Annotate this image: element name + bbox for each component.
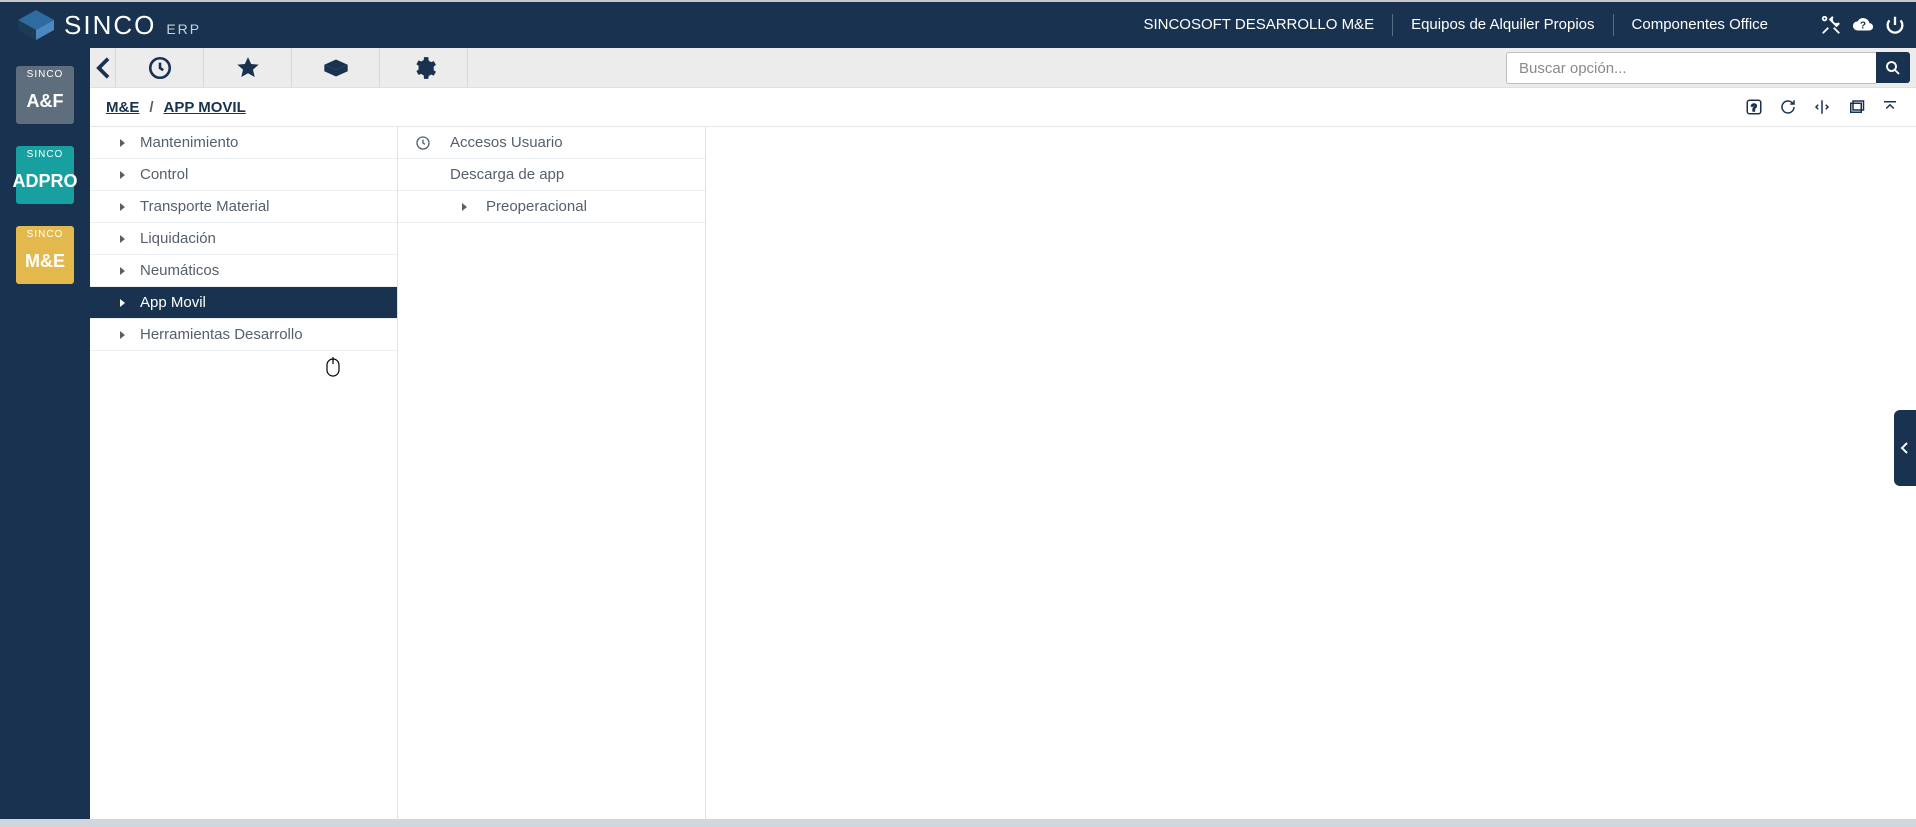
module-badge-adpro[interactable]: SINCO ADPRO	[16, 146, 74, 204]
submenu-item-descarga[interactable]: Descarga de app	[398, 159, 705, 191]
module-badge-me[interactable]: SINCO M&E	[16, 226, 74, 284]
menu-item-neumaticos[interactable]: Neumáticos	[90, 255, 397, 287]
caret-right-icon	[460, 202, 468, 212]
app-logo[interactable]: SINCO ERP	[16, 10, 201, 41]
top-link-componentes[interactable]: Componentes Office	[1613, 14, 1786, 36]
power-icon[interactable]	[1884, 14, 1906, 36]
menu-item-label: Liquidación	[140, 230, 216, 247]
top-link-company[interactable]: SINCOSOFT DESARROLLO M&E	[1125, 14, 1392, 36]
split-horizontal-icon[interactable]	[1812, 97, 1832, 117]
module-main: M&E	[25, 242, 65, 280]
module-top: SINCO	[27, 148, 64, 162]
svg-text:?: ?	[1860, 21, 1866, 32]
module-main: ADPRO	[13, 162, 78, 200]
caret-right-icon	[118, 234, 126, 244]
toolbar-package-button[interactable]	[292, 48, 380, 87]
module-top: SINCO	[27, 68, 64, 82]
search-input[interactable]	[1506, 52, 1876, 84]
menu-item-herramientas[interactable]: Herramientas Desarrollo	[90, 319, 397, 351]
caret-right-icon	[118, 330, 126, 340]
menu-item-label: Mantenimiento	[140, 134, 238, 151]
tools-icon[interactable]	[1820, 14, 1842, 36]
menu-item-label: Transporte Material	[140, 198, 270, 215]
menu-item-mantenimiento[interactable]: Mantenimiento	[90, 127, 397, 159]
caret-right-icon	[118, 202, 126, 212]
svg-text:?: ?	[1751, 103, 1757, 114]
top-link-equipos[interactable]: Equipos de Alquiler Propios	[1392, 14, 1612, 36]
toolbar-favorites-button[interactable]	[204, 48, 292, 87]
caret-right-icon	[118, 138, 126, 148]
menu-item-label: Herramientas Desarrollo	[140, 326, 303, 343]
help-cloud-icon[interactable]: ?	[1852, 14, 1874, 36]
topbar: SINCO ERP SINCOSOFT DESARROLLO M&E Equip…	[0, 0, 1916, 48]
menu-item-label: Control	[140, 166, 188, 183]
logo-suffix: ERP	[166, 21, 201, 37]
submenu-item-label: Accesos Usuario	[450, 134, 563, 151]
breadcrumb: M&E / APP MOVIL	[106, 99, 246, 116]
module-top: SINCO	[27, 228, 64, 242]
breadcrumb-current[interactable]: APP MOVIL	[164, 99, 246, 116]
caret-right-icon	[118, 266, 126, 276]
search-button[interactable]	[1876, 52, 1910, 83]
page-actions: ?	[1744, 97, 1900, 117]
body-columns: Mantenimiento Control Transporte Materia…	[90, 126, 1916, 819]
right-panel-toggle[interactable]	[1894, 410, 1916, 486]
logo-mark-icon	[16, 10, 56, 40]
toolbar-settings-button[interactable]	[380, 48, 468, 87]
toolbar-collapse-button[interactable]	[90, 48, 116, 87]
submenu-item-label: Preoperacional	[486, 198, 587, 215]
menu-item-label: App Movil	[140, 294, 206, 311]
help-icon[interactable]: ?	[1744, 97, 1764, 117]
logo-text: SINCO	[64, 10, 156, 41]
module-rail: SINCO A&F SINCO ADPRO SINCO M&E	[0, 48, 90, 819]
caret-right-icon	[118, 298, 126, 308]
module-badge-af[interactable]: SINCO A&F	[16, 66, 74, 124]
new-window-icon[interactable]	[1846, 97, 1866, 117]
caret-right-icon	[118, 170, 126, 180]
refresh-icon[interactable]	[1778, 97, 1798, 117]
submenu-item-preoperacional[interactable]: Preoperacional	[398, 191, 705, 223]
menu-item-control[interactable]: Control	[90, 159, 397, 191]
os-taskbar-sliver	[0, 819, 1916, 827]
breadcrumb-row: M&E / APP MOVIL ?	[90, 88, 1916, 126]
menu-item-app-movil[interactable]: App Movil	[90, 287, 397, 319]
collapse-up-icon[interactable]	[1880, 97, 1900, 117]
main-menu-column: Mantenimiento Control Transporte Materia…	[90, 127, 398, 819]
sub-menu-column: Accesos Usuario Descarga de app Preopera…	[398, 127, 706, 819]
clock-icon	[414, 135, 432, 151]
submenu-item-label: Descarga de app	[450, 166, 564, 183]
submenu-item-accesos[interactable]: Accesos Usuario	[398, 127, 705, 159]
menu-item-transporte[interactable]: Transporte Material	[90, 191, 397, 223]
content-area	[706, 127, 1916, 819]
menu-item-liquidacion[interactable]: Liquidación	[90, 223, 397, 255]
breadcrumb-separator: /	[149, 99, 153, 116]
menu-item-label: Neumáticos	[140, 262, 219, 279]
module-main: A&F	[27, 82, 64, 120]
top-links: SINCOSOFT DESARROLLO M&E Equipos de Alqu…	[1125, 14, 1786, 36]
search-group	[1506, 48, 1916, 87]
workspace: M&E / APP MOVIL ? Mantenimiento	[90, 48, 1916, 819]
breadcrumb-root[interactable]: M&E	[106, 99, 139, 116]
toolbar	[90, 48, 1916, 88]
toolbar-recent-button[interactable]	[116, 48, 204, 87]
